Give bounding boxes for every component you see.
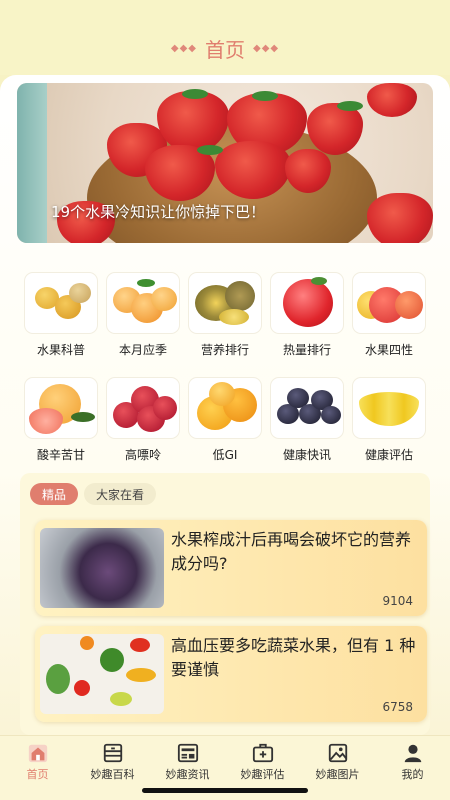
tabbar-label: 首页 — [26, 768, 49, 781]
main-content: 19个水果冷知识让你惊掉下巴！ 水果科普 本月应季 营养排行 热量排行 水果四性… — [0, 75, 450, 735]
blackberry-icon — [271, 378, 343, 438]
grid-label: 健康评估 — [364, 448, 413, 462]
tabbar-label: 妙趣图片 — [315, 768, 360, 781]
article-thumbnail — [40, 634, 164, 714]
banner-prev-slide-edge — [17, 83, 47, 243]
medical-kit-icon — [252, 743, 273, 763]
strawberry-leaf — [197, 145, 223, 155]
home-indicator — [142, 788, 308, 793]
cabinet-icon — [103, 743, 122, 763]
banana-icon — [353, 378, 425, 438]
grid-label: 健康快讯 — [282, 448, 331, 462]
banner[interactable]: 19个水果冷知识让你惊掉下巴！ — [17, 83, 433, 243]
header-title-wrap: ◆◆◆ 首页 ◆◆◆ — [171, 34, 279, 63]
tabbar-label: 我的 — [401, 768, 424, 781]
tabbar-home[interactable]: 首页 — [0, 736, 75, 800]
article-views: 9104 — [382, 594, 413, 608]
apricots-icon — [107, 273, 179, 333]
strawberry-leaf — [252, 91, 278, 101]
grid-label: 低GI — [212, 448, 238, 462]
tabbar-profile[interactable]: 我的 — [375, 736, 450, 800]
grid-label: 酸辛苦甘 — [36, 448, 85, 462]
orange-icon — [189, 378, 261, 438]
decoration-right: ◆◆◆ — [253, 43, 280, 54]
grid-item-fruit-science[interactable]: 水果科普 — [20, 273, 102, 358]
tabbar-label: 妙趣资讯 — [165, 768, 210, 781]
user-icon — [404, 744, 421, 763]
grid-item-low-gi[interactable]: 低GI — [184, 378, 266, 463]
article-title: 高血压要多吃蔬菜水果，但有 1 种要谨慎 — [171, 636, 416, 679]
tabbar-images[interactable]: 妙趣图片 — [300, 736, 375, 800]
grid-label: 水果科普 — [36, 343, 85, 357]
grid-label: 本月应季 — [118, 343, 167, 357]
image-icon — [328, 743, 347, 763]
grid-item-four-flavors[interactable]: 酸辛苦甘 — [20, 378, 102, 463]
apple-icon — [271, 273, 343, 333]
grid-item-in-season[interactable]: 本月应季 — [102, 273, 184, 358]
grid-label: 热量排行 — [282, 343, 331, 357]
grid-item-health-assessment[interactable]: 健康评估 — [348, 378, 430, 463]
article-views: 6758 — [382, 700, 413, 714]
strawberry — [367, 193, 433, 243]
article-panel: 精品 大家在看 水果榨成汁后再喝会破坏它的营养成分吗? 9104 高血压要多吃蔬… — [20, 473, 430, 735]
strawberry-leaf — [337, 101, 363, 111]
strawberry — [367, 83, 417, 117]
header: ◆◆◆ 首页 ◆◆◆ — [0, 0, 450, 75]
tab-featured[interactable]: 精品 — [30, 483, 79, 505]
news-icon — [177, 743, 198, 763]
grid-label: 营养排行 — [200, 343, 249, 357]
article-thumbnail — [40, 528, 164, 608]
page-title: 首页 — [205, 38, 245, 62]
grid-item-calorie-ranking[interactable]: 热量排行 — [266, 273, 348, 358]
decoration-left: ◆◆◆ — [170, 43, 197, 54]
bayberry-icon — [107, 378, 179, 438]
golden-berries-icon — [25, 273, 97, 333]
tabbar-label: 妙趣评估 — [240, 768, 285, 781]
home-icon — [28, 744, 47, 763]
article-card[interactable]: 高血压要多吃蔬菜水果，但有 1 种要谨慎 6758 — [35, 626, 427, 722]
tabbar-encyclopedia[interactable]: 妙趣百科 — [75, 736, 150, 800]
apples-icon — [353, 273, 425, 333]
grid-item-fruit-properties[interactable]: 水果四性 — [348, 273, 430, 358]
banner-caption: 19个水果冷知识让你惊掉下巴！ — [51, 203, 266, 221]
article-card[interactable]: 水果榨成汁后再喝会破坏它的营养成分吗? 9104 — [35, 520, 427, 616]
category-grid: 水果科普 本月应季 营养排行 热量排行 水果四性 酸辛苦甘 高嘌呤 低GI 健康… — [20, 273, 430, 463]
article-title: 水果榨成汁后再喝会破坏它的营养成分吗? — [171, 530, 412, 573]
durian-icon — [189, 273, 261, 333]
strawberry-leaf — [182, 89, 208, 99]
grid-label: 高嘌呤 — [124, 448, 161, 462]
article-tabs: 精品 大家在看 — [30, 483, 157, 505]
grapefruit-icon — [25, 378, 97, 438]
tabbar-label: 妙趣百科 — [90, 768, 135, 781]
grid-label: 水果四性 — [364, 343, 413, 357]
grid-item-high-purine[interactable]: 高嘌呤 — [102, 378, 184, 463]
grid-item-health-news[interactable]: 健康快讯 — [266, 378, 348, 463]
tab-popular[interactable]: 大家在看 — [84, 483, 157, 505]
grid-item-nutrition-ranking[interactable]: 营养排行 — [184, 273, 266, 358]
